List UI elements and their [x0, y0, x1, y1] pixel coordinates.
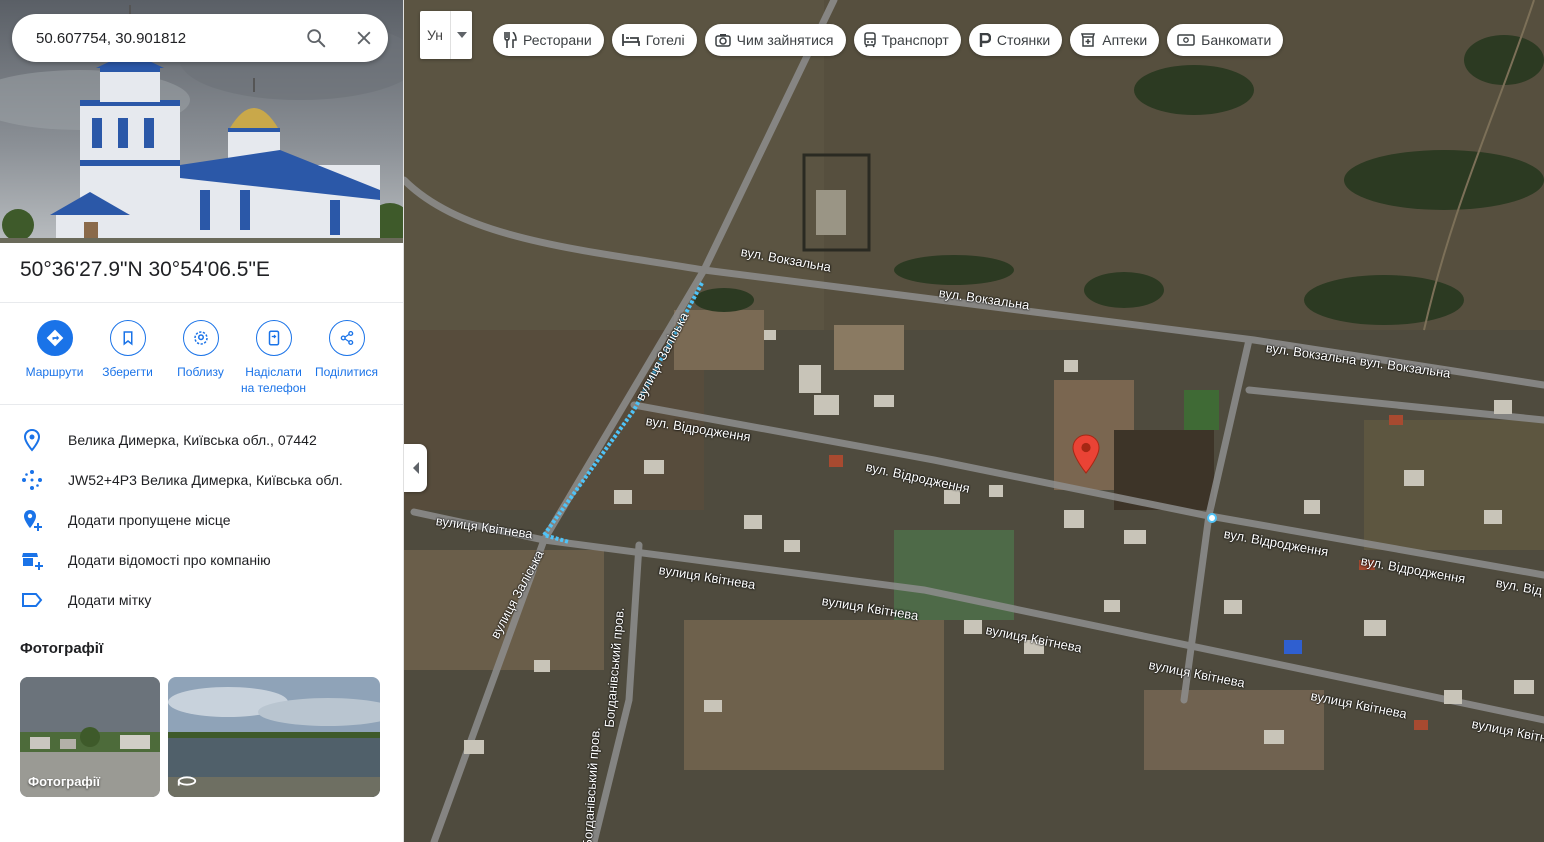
- address-text: Велика Димерка, Київська обл., 07442: [68, 432, 317, 448]
- add-label-row[interactable]: Додати мітку: [0, 580, 403, 620]
- send-to-phone-label: Надіслати на телефон: [240, 365, 307, 395]
- share-label: Поділитися: [314, 365, 379, 379]
- save-button[interactable]: Зберегти: [91, 320, 164, 396]
- photo-thumbnail[interactable]: Фотографії: [20, 677, 160, 797]
- chip-pharmacies[interactable]: Аптеки: [1070, 24, 1160, 56]
- parking-icon: [979, 33, 991, 47]
- location-pin-icon: [23, 428, 41, 452]
- add-business-row[interactable]: Додати відомості про компанію: [0, 540, 403, 580]
- search-button[interactable]: [292, 14, 340, 62]
- label-icon: [22, 593, 43, 607]
- nearby-label: Поблизу: [177, 365, 224, 379]
- restaurant-icon: [504, 32, 517, 48]
- category-chips: Ресторани Готелі Чим зайнятися Транспорт…: [493, 24, 1284, 56]
- place-panel: 50.607754, 30.901812 50°36'27.9"N 30°54'…: [0, 0, 404, 842]
- chip-label: Транспорт: [881, 32, 949, 48]
- chip-things-to-do[interactable]: Чим зайнятися: [704, 24, 846, 56]
- 360-view-icon: [177, 776, 197, 786]
- send-to-phone-button[interactable]: Надіслати на телефон: [237, 320, 310, 396]
- atm-icon: [1177, 34, 1195, 46]
- collapse-panel-button[interactable]: [404, 444, 427, 492]
- place-title: 50°36'27.9"N 30°54'06.5"E: [20, 258, 270, 281]
- search-icon: [307, 29, 326, 48]
- camera-icon: [714, 34, 731, 47]
- chip-label: Чим зайнятися: [736, 32, 834, 48]
- plus-code-icon: [22, 470, 42, 490]
- dropped-pin-marker[interactable]: [1072, 434, 1100, 474]
- share-icon: [328, 320, 365, 356]
- bookmark-icon: [109, 320, 146, 356]
- chip-label: Готелі: [645, 32, 685, 48]
- clear-search-button[interactable]: [340, 14, 388, 62]
- chip-label: Банкомати: [1201, 32, 1272, 48]
- chip-restaurants[interactable]: Ресторани: [493, 24, 604, 56]
- close-icon: [357, 31, 371, 45]
- chip-atms[interactable]: Банкомати: [1167, 24, 1284, 56]
- satellite-map[interactable]: вул. Вокзальна вул. Вокзальна вул. Вокза…: [404, 0, 1544, 842]
- pharmacy-icon: [1081, 33, 1096, 47]
- chip-hotels[interactable]: Готелі: [611, 24, 697, 56]
- photo-caption: Фотографії: [28, 774, 101, 789]
- chip-label: Аптеки: [1102, 32, 1148, 48]
- panorama-thumbnail[interactable]: [168, 677, 380, 797]
- chevron-down-icon: [456, 32, 467, 38]
- add-missing-place-row[interactable]: Додати пропущене місце: [0, 500, 403, 540]
- layer-dropdown[interactable]: [450, 11, 472, 59]
- address-row[interactable]: Велика Димерка, Київська обл., 07442: [0, 420, 403, 460]
- chip-parking[interactable]: Стоянки: [968, 24, 1063, 56]
- layer-toggle-label: Ун: [427, 27, 443, 43]
- map-layers-button[interactable]: Ун: [420, 11, 472, 59]
- chip-label: Ресторани: [523, 32, 592, 48]
- chip-transit[interactable]: Транспорт: [853, 24, 961, 56]
- nearby-icon: [182, 320, 219, 356]
- transit-icon: [863, 32, 876, 48]
- nearby-button[interactable]: Поблизу: [164, 320, 237, 396]
- chip-label: Стоянки: [996, 32, 1051, 48]
- divider: [0, 404, 403, 405]
- hotel-icon: [621, 34, 640, 46]
- phone-icon: [255, 320, 292, 356]
- chevron-left-icon: [412, 462, 419, 474]
- search-box[interactable]: 50.607754, 30.901812: [12, 14, 388, 62]
- share-button[interactable]: Поділитися: [310, 320, 383, 396]
- directions-button[interactable]: Маршрути: [18, 320, 91, 396]
- save-label: Зберегти: [102, 365, 153, 379]
- add-business-text: Додати відомості про компанію: [68, 552, 271, 568]
- photos-heading: Фотографії: [20, 640, 104, 657]
- add-missing-place-text: Додати пропущене місце: [68, 512, 231, 528]
- plus-code-row[interactable]: JW52+4P3 Велика Димерка, Київська обл.: [0, 460, 403, 500]
- divider: [0, 302, 403, 303]
- add-location-icon: [24, 510, 42, 531]
- directions-label: Маршрути: [25, 365, 84, 379]
- search-input[interactable]: 50.607754, 30.901812: [36, 30, 292, 47]
- map-imagery: [404, 0, 1544, 842]
- plus-code-text: JW52+4P3 Велика Димерка, Київська обл.: [68, 472, 343, 488]
- lake-photo: [168, 677, 380, 797]
- add-label-text: Додати мітку: [68, 592, 152, 608]
- action-bar: Маршрути Зберегти Поблизу Надіслати на т…: [18, 320, 390, 396]
- directions-icon: [36, 320, 73, 356]
- add-business-icon: [22, 553, 43, 570]
